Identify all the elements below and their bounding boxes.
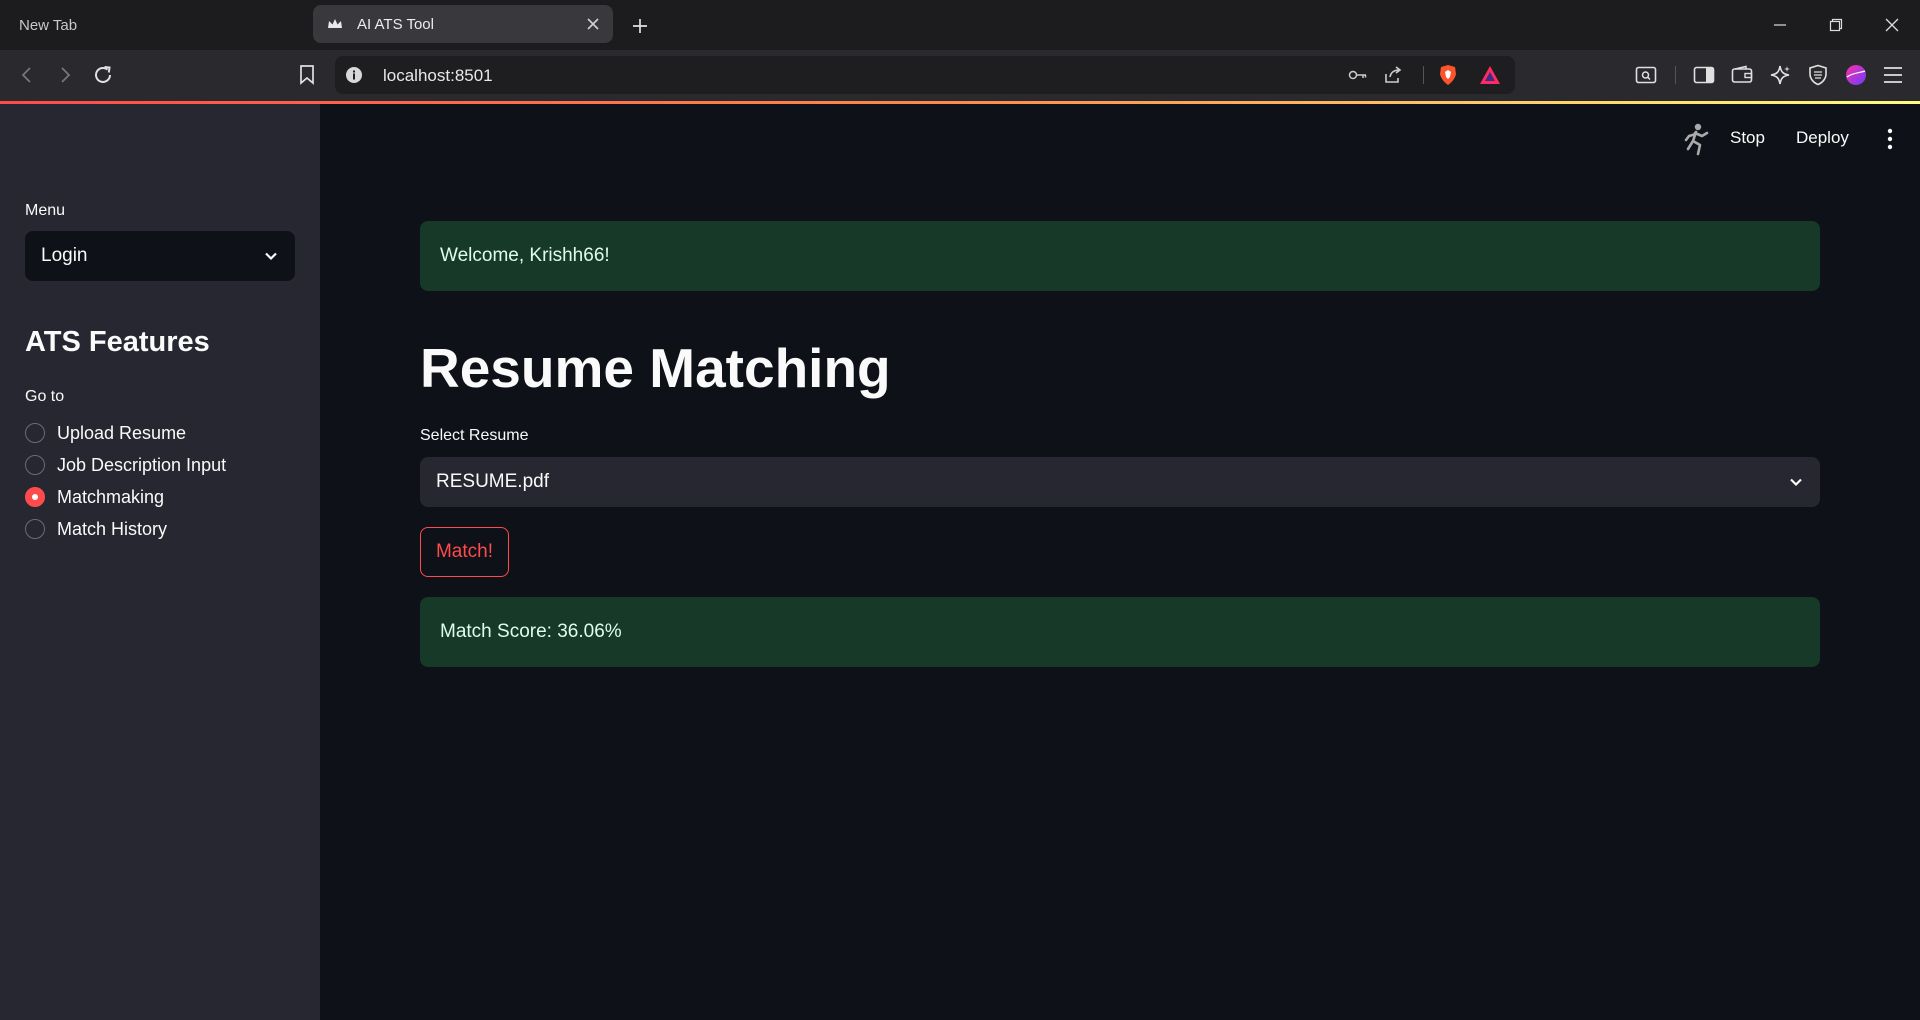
- nav-radio-upload-resume[interactable]: Upload Resume: [25, 420, 186, 446]
- browser-toolbar: localhost:8501: [0, 50, 1920, 101]
- goto-label: Go to: [25, 388, 65, 405]
- nav-radio-label: Upload Resume: [57, 422, 187, 443]
- url-text[interactable]: localhost:8501: [383, 66, 493, 86]
- forward-icon[interactable]: [52, 62, 78, 88]
- page-title: Resume Matching: [420, 337, 891, 399]
- sidebar-toggle-icon[interactable]: [1691, 62, 1717, 88]
- welcome-alert: Welcome, Krishh66!: [420, 221, 1820, 291]
- streamlit-crown-icon: [327, 16, 343, 32]
- more-options-icon[interactable]: [1880, 126, 1900, 152]
- tab-label: New Tab: [19, 16, 78, 34]
- resume-select[interactable]: RESUME.pdf: [420, 457, 1820, 507]
- radio-unchecked-icon[interactable]: [25, 519, 45, 539]
- match-score-text: Match Score: 36.06%: [440, 621, 622, 642]
- tab-strip: New Tab AI ATS Tool: [0, 0, 1920, 50]
- restore-icon[interactable]: [1808, 0, 1864, 50]
- browser-window: New Tab AI ATS Tool localhost:8501 Menu …: [0, 0, 1920, 1020]
- tab-new-tab[interactable]: New Tab: [0, 0, 310, 50]
- resume-select-value: RESUME.pdf: [436, 471, 549, 492]
- welcome-text: Welcome, Krishh66!: [440, 245, 610, 266]
- close-tab-icon[interactable]: [583, 14, 603, 34]
- menu-select-value: Login: [41, 245, 88, 266]
- sidebar-title: ATS Features: [25, 326, 210, 358]
- vpn-shield-icon[interactable]: [1805, 62, 1831, 88]
- share-icon[interactable]: [1382, 64, 1404, 86]
- reload-icon[interactable]: [90, 62, 116, 88]
- nav-radio-label: Job Description Input: [57, 454, 227, 475]
- deploy-button[interactable]: Deploy: [1796, 128, 1849, 148]
- running-man-icon: [1680, 122, 1714, 156]
- address-bar[interactable]: localhost:8501: [335, 56, 1515, 94]
- brave-rewards-icon[interactable]: [1479, 64, 1501, 86]
- menu-label: Menu: [25, 202, 66, 219]
- bookmark-icon[interactable]: [294, 62, 320, 88]
- leo-ai-icon[interactable]: [1767, 62, 1793, 88]
- radio-unchecked-icon[interactable]: [25, 423, 45, 443]
- tab-label: AI ATS Tool: [357, 15, 434, 33]
- select-resume-label: Select Resume: [420, 427, 529, 444]
- window-controls: [1752, 0, 1920, 50]
- chevron-down-icon: [1786, 472, 1806, 492]
- site-info-icon[interactable]: [345, 66, 363, 84]
- radio-unchecked-icon[interactable]: [25, 455, 45, 475]
- nav-radio-matchmaking[interactable]: Matchmaking: [25, 484, 164, 510]
- close-window-icon[interactable]: [1864, 0, 1920, 50]
- key-icon[interactable]: [1347, 64, 1369, 86]
- new-tab-button[interactable]: [627, 13, 653, 39]
- menu-hamburger-icon[interactable]: [1880, 62, 1906, 88]
- wallet-icon[interactable]: [1729, 62, 1755, 88]
- nav-radio-label: Matchmaking: [57, 486, 165, 507]
- nav-radio-job-description-input[interactable]: Job Description Input: [25, 452, 226, 478]
- match-button[interactable]: Match!: [420, 527, 509, 577]
- tab-ai-ats-tool[interactable]: AI ATS Tool: [313, 5, 613, 43]
- radio-checked-icon[interactable]: [25, 487, 45, 507]
- match-score-alert: Match Score: 36.06%: [420, 597, 1820, 667]
- nav-radio-label: Match History: [57, 518, 168, 539]
- toolbar-divider: [1675, 66, 1676, 84]
- sidebar: Menu Login ATS Features Go to Upload Res…: [0, 104, 320, 1020]
- brave-shield-icon[interactable]: [1437, 64, 1459, 86]
- back-icon[interactable]: [14, 62, 40, 88]
- chevron-down-icon: [261, 246, 281, 266]
- address-divider: [1423, 66, 1424, 84]
- tab-search-icon[interactable]: [1633, 62, 1659, 88]
- main-content: Stop Deploy Welcome, Krishh66! Resume Ma…: [320, 104, 1920, 1020]
- minimize-icon[interactable]: [1752, 0, 1808, 50]
- stop-button[interactable]: Stop: [1730, 128, 1765, 148]
- menu-select[interactable]: Login: [25, 231, 295, 281]
- nav-radio-match-history[interactable]: Match History: [25, 516, 167, 542]
- profile-avatar-icon[interactable]: [1843, 62, 1869, 88]
